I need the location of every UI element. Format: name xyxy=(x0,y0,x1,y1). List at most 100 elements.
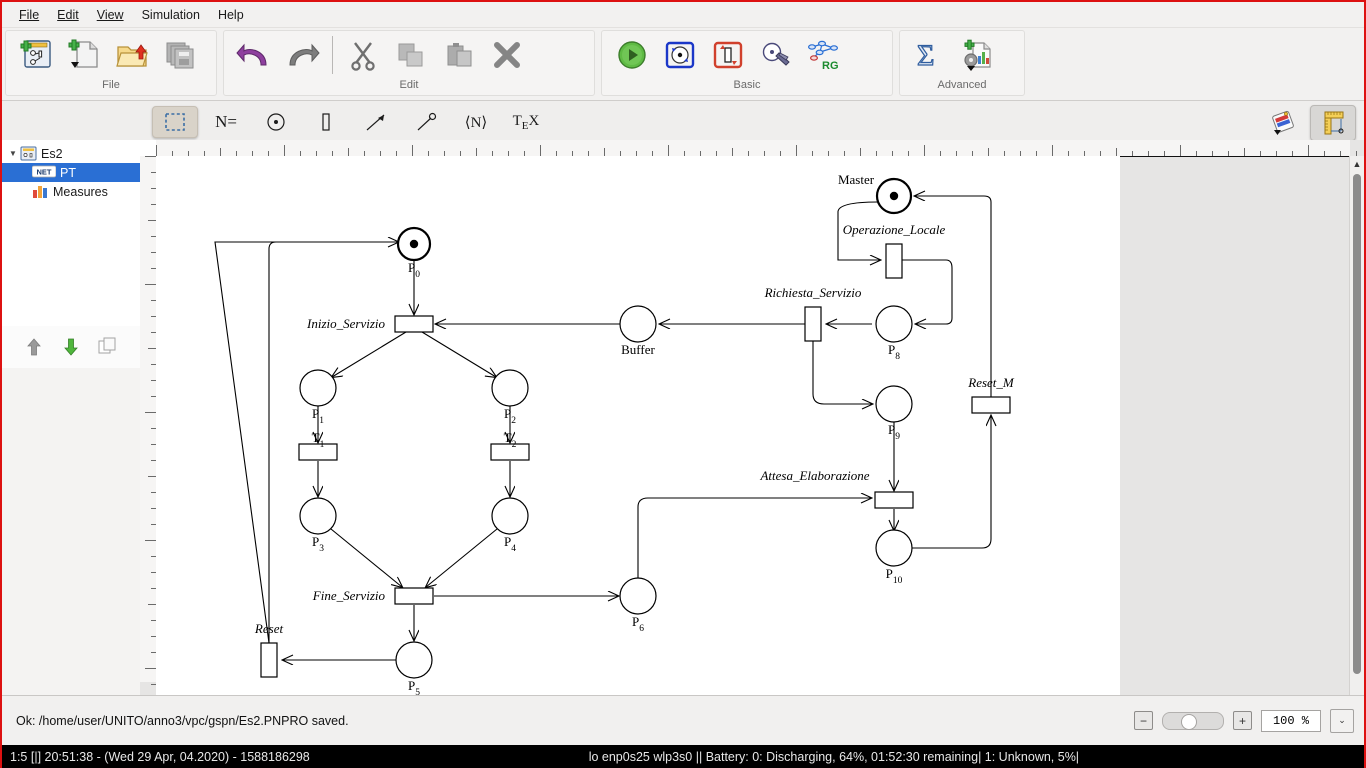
menu-help[interactable]: Help xyxy=(209,5,253,25)
zoom-slider-knob[interactable] xyxy=(1181,713,1197,730)
open-folder-button[interactable] xyxy=(108,32,156,78)
place-Master[interactable] xyxy=(875,177,913,215)
place-circle[interactable] xyxy=(875,385,913,423)
place-P8[interactable] xyxy=(875,305,913,343)
zoom-in-button[interactable]: + xyxy=(1233,711,1252,730)
transition-T2[interactable] xyxy=(490,443,530,461)
scroll-up-arrow[interactable]: ▲ xyxy=(1350,156,1364,172)
number-tool-button[interactable]: N= xyxy=(204,107,248,137)
tree-item-pt[interactable]: NET PT xyxy=(2,163,140,182)
petri-net-drawing[interactable]: P0P1 P2P3 P4P5P6BufferMasterP8P9P10Inizio_… xyxy=(156,156,1120,696)
zoom-slider[interactable] xyxy=(1162,711,1224,730)
move-up-button[interactable] xyxy=(21,334,47,360)
redo-button[interactable] xyxy=(278,32,326,78)
place-circle[interactable] xyxy=(491,497,529,535)
duplicate-button[interactable] xyxy=(95,334,121,360)
arc-p10-to-resetm[interactable] xyxy=(912,416,991,549)
copy-button[interactable] xyxy=(387,32,435,78)
transition-Fine_Servizio[interactable] xyxy=(394,587,434,605)
arc-reset-to-p0[interactable] xyxy=(214,241,277,644)
place-circle[interactable] xyxy=(299,497,337,535)
tree-item-project[interactable]: ▼ Es2 xyxy=(2,144,140,163)
tex-label-tool-button[interactable]: TEX xyxy=(504,107,548,137)
place-P1[interactable] xyxy=(299,369,337,407)
menu-simulation[interactable]: Simulation xyxy=(133,5,209,25)
reachability-graph-button[interactable]: RG xyxy=(800,32,848,78)
tree-item-measures[interactable]: Measures xyxy=(2,182,140,201)
new-report-button[interactable] xyxy=(954,32,1002,78)
canvas-vertical-scrollbar[interactable]: ▲ xyxy=(1349,156,1364,696)
select-tool-button[interactable] xyxy=(152,106,198,138)
transition-Richiesta_Servizio[interactable] xyxy=(804,306,822,342)
place-circle[interactable] xyxy=(875,305,913,343)
run-button[interactable] xyxy=(608,32,656,78)
transition-Operazione_Locale[interactable] xyxy=(885,243,903,279)
zoom-dropdown-button[interactable]: ⌄ xyxy=(1330,708,1354,733)
place-circle[interactable] xyxy=(619,577,657,615)
transition-rect[interactable] xyxy=(298,443,338,461)
delete-button[interactable] xyxy=(483,32,531,78)
arc-p4-to-fine[interactable] xyxy=(426,528,498,587)
place-circle[interactable] xyxy=(491,369,529,407)
transition-tool-button[interactable] xyxy=(304,107,348,137)
menu-edit[interactable]: Edit xyxy=(48,5,88,25)
place-P2[interactable] xyxy=(491,369,529,407)
arc-p3-to-fine[interactable] xyxy=(330,528,402,587)
arc-inizio-to-p1[interactable] xyxy=(332,331,407,377)
transition-rect[interactable] xyxy=(874,491,914,509)
place-circle[interactable] xyxy=(875,529,913,567)
place-tool-button[interactable] xyxy=(254,107,298,137)
expand-twisty-icon[interactable]: ▼ xyxy=(6,149,20,158)
place-P9[interactable] xyxy=(875,385,913,423)
place-circle[interactable] xyxy=(395,641,433,679)
scrollbar-thumb[interactable] xyxy=(1353,174,1361,674)
place-P0[interactable] xyxy=(396,226,432,262)
net-canvas-area[interactable]: P0 P1 P2 P3 P4 P5 P6 Buffer Master P8 P9 P10 Inizio_… xyxy=(140,140,1364,696)
transition-Reset[interactable] xyxy=(260,642,278,678)
place-circle[interactable] xyxy=(299,369,337,407)
save-copies-button[interactable] xyxy=(156,32,204,78)
place-P4[interactable] xyxy=(491,497,529,535)
measures-button[interactable]: Σ xyxy=(906,32,954,78)
transition-rect[interactable] xyxy=(490,443,530,461)
menu-view[interactable]: View xyxy=(88,5,133,25)
transition-rect[interactable] xyxy=(971,396,1011,414)
place-Buffer[interactable] xyxy=(619,305,657,343)
transition-rect[interactable] xyxy=(885,243,903,279)
transition-rect[interactable] xyxy=(804,306,822,342)
structural-analysis-button[interactable] xyxy=(752,32,800,78)
transition-rect[interactable] xyxy=(394,315,434,333)
transition-rect[interactable] xyxy=(260,642,278,678)
transition-Attesa_Elaborazione[interactable] xyxy=(874,491,914,509)
color-palette-button[interactable] xyxy=(1262,106,1306,140)
arc-tool-button[interactable] xyxy=(354,107,398,137)
zoom-value-field[interactable]: 100 % xyxy=(1261,709,1321,732)
ruler-measure-button[interactable] xyxy=(1310,105,1356,141)
undo-button[interactable] xyxy=(230,32,278,78)
arc-p6-to-attesa[interactable] xyxy=(637,498,871,578)
move-down-button[interactable] xyxy=(58,334,84,360)
place-P3[interactable] xyxy=(299,497,337,535)
place-analysis-button[interactable] xyxy=(656,32,704,78)
place-circle[interactable] xyxy=(619,305,657,343)
marking-tool-button[interactable]: ⟨N⟩ xyxy=(454,107,498,137)
arc-inizio-to-p2[interactable] xyxy=(421,331,496,377)
transition-rect[interactable] xyxy=(394,587,434,605)
arc-richiesta-to-p9[interactable] xyxy=(812,341,872,404)
ruler-measure-icon xyxy=(1324,111,1344,135)
zoom-out-button[interactable]: − xyxy=(1134,711,1153,730)
menu-file[interactable]: File xyxy=(10,5,48,25)
transition-Inizio_Servizio[interactable] xyxy=(394,315,434,333)
net-drawing-sheet[interactable]: P0 P1 P2 P3 P4 P5 P6 Buffer Master P8 P9 P10 Inizio_… xyxy=(156,156,1120,696)
transition-T1[interactable] xyxy=(298,443,338,461)
transition-analysis-button[interactable] xyxy=(704,32,752,78)
transition-Reset_M[interactable] xyxy=(971,396,1011,414)
new-net-button[interactable] xyxy=(12,32,60,78)
place-P5[interactable] xyxy=(395,641,433,679)
new-page-button[interactable] xyxy=(60,32,108,78)
place-P6[interactable] xyxy=(619,577,657,615)
paste-button[interactable] xyxy=(435,32,483,78)
cut-button[interactable] xyxy=(339,32,387,78)
inhibitor-arc-tool-button[interactable] xyxy=(404,107,448,137)
place-P10[interactable] xyxy=(875,529,913,567)
